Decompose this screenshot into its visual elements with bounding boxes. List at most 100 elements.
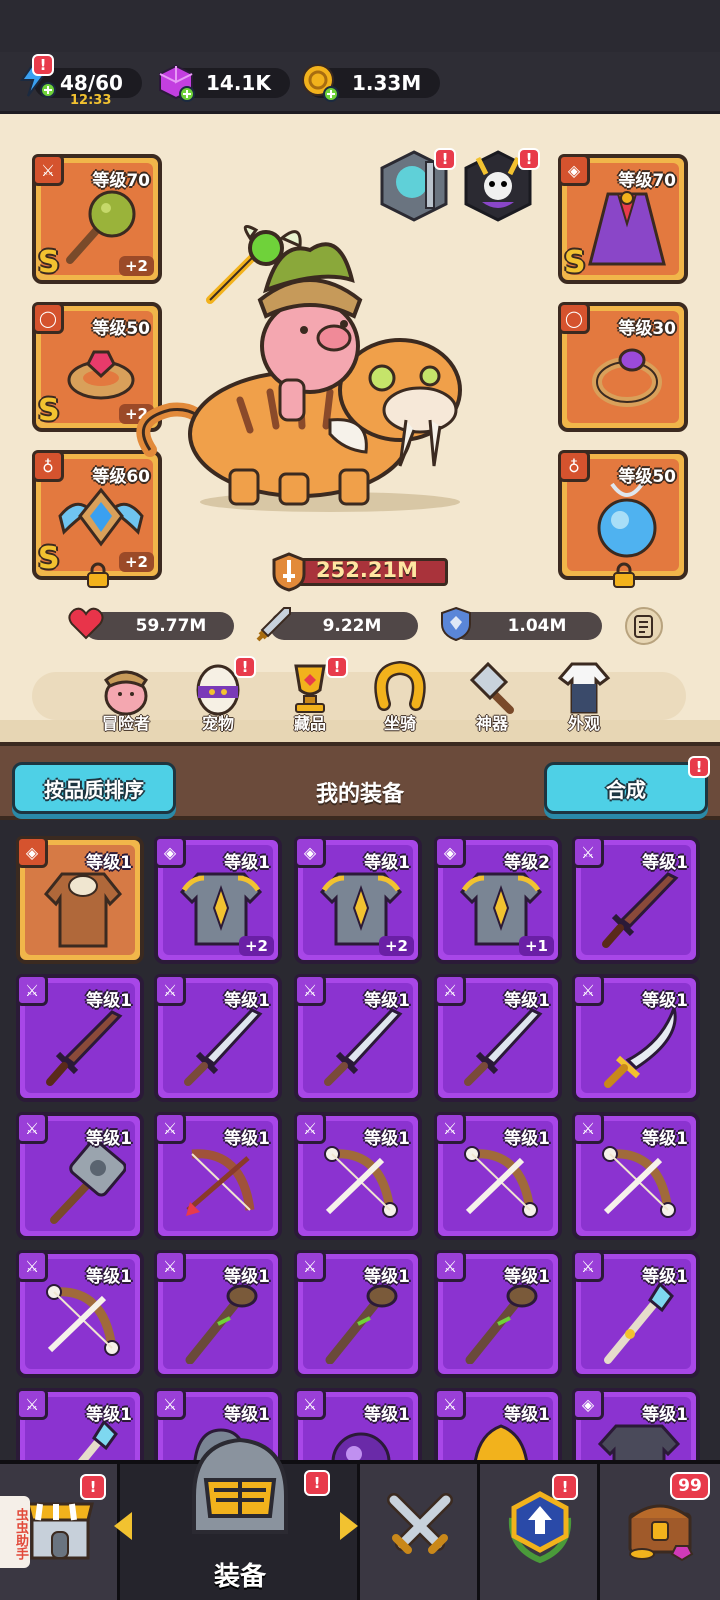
nav-label: 冒险者 bbox=[101, 714, 150, 733]
amethyst-ring-icon bbox=[592, 348, 662, 407]
purple-gem-icon bbox=[159, 64, 195, 102]
gold-value: 1.33M bbox=[352, 71, 422, 95]
pet-alert-badge: ! bbox=[518, 148, 540, 170]
inventory-item-card[interactable]: ◈ 等级1 bbox=[16, 836, 144, 964]
inventory-item-card[interactable]: ⚔ 等级1 bbox=[294, 1250, 422, 1378]
inventory-item-card[interactable]: ◈ 等级1 +2 bbox=[294, 836, 422, 964]
horseshoe-icon bbox=[374, 660, 426, 711]
item-level: 等级1 bbox=[224, 853, 270, 873]
merge-alert-badge: ! bbox=[688, 756, 710, 778]
nav-artifact[interactable]: 神器 bbox=[454, 660, 530, 740]
hero-character-illustration[interactable] bbox=[130, 220, 470, 520]
inventory-item-card[interactable]: ⚔ 等级1 bbox=[572, 1250, 700, 1378]
upgrade-alert-badge: ! bbox=[552, 1474, 578, 1500]
inventory-item-card[interactable]: ⚔ 等级1 bbox=[16, 1250, 144, 1378]
inventory-item-card[interactable]: ◈ 等级1 +2 bbox=[154, 836, 282, 964]
sword-type-icon: ⚔ bbox=[16, 1250, 48, 1282]
sword-type-icon: ⚔ bbox=[434, 1388, 466, 1420]
sword-type-icon: ⚔ bbox=[572, 974, 604, 1006]
equip-slot-necklace[interactable]: ♁ 等级50 bbox=[558, 450, 688, 588]
sword-type-icon: ⚔ bbox=[154, 1388, 186, 1420]
inventory-item-card[interactable]: ⚔ 等级1 bbox=[572, 974, 700, 1102]
sword-type-icon: ⚔ bbox=[154, 974, 186, 1006]
item-level: 等级1 bbox=[364, 991, 410, 1011]
armor-type-icon: ◈ bbox=[16, 836, 48, 868]
tab-upgrade[interactable] bbox=[480, 1464, 600, 1600]
nav-label: 坐骑 bbox=[383, 714, 416, 733]
nav-label: 藏品 bbox=[293, 714, 326, 733]
inventory-item-card[interactable]: ⚔ 等级1 bbox=[154, 974, 282, 1102]
nav-mount[interactable]: 坐骑 bbox=[362, 660, 438, 740]
item-level: 等级1 bbox=[86, 1267, 132, 1287]
inventory-item-card[interactable]: ⚔ 等级1 bbox=[16, 1388, 144, 1460]
inventory-item-card[interactable]: ⚔ 等级1 bbox=[294, 974, 422, 1102]
sword-type-icon: ⚔ bbox=[154, 1250, 186, 1282]
defense-value: 1.04M bbox=[507, 616, 567, 636]
inventory-item-card[interactable]: ⚔ 等级1 bbox=[572, 1112, 700, 1240]
inventory-item-card[interactable]: ⚔ 等级1 bbox=[16, 974, 144, 1102]
bone-bow-icon bbox=[46, 1284, 120, 1356]
inventory-item-card[interactable]: ⚔ 等级1 bbox=[154, 1112, 282, 1240]
purple-cloak-icon bbox=[588, 191, 666, 266]
tab-prev-arrow-icon[interactable] bbox=[114, 1512, 132, 1540]
item-level: 等级1 bbox=[504, 1267, 550, 1287]
shop-alert-badge: ! bbox=[80, 1474, 106, 1500]
inventory-item-card[interactable]: ◈ 等级2 +1 bbox=[434, 836, 562, 964]
merge-button[interactable]: 合成 bbox=[544, 762, 708, 814]
tab-equipment-label: 装备 bbox=[213, 1562, 266, 1592]
inventory-item-card[interactable]: ⚔ 等级1 bbox=[434, 974, 562, 1102]
nav-label: 宠物 bbox=[201, 714, 234, 733]
artifact-alert-badge: ! bbox=[434, 148, 456, 170]
sword-type-icon: ⚔ bbox=[572, 1250, 604, 1282]
tab-battle[interactable] bbox=[360, 1464, 480, 1600]
nav-label: 神器 bbox=[475, 714, 508, 733]
inventory-item-card[interactable]: ◈ 等级1 bbox=[572, 1388, 700, 1460]
inventory-item-card[interactable]: ⚔ 等级1 bbox=[434, 1388, 562, 1460]
heart-icon bbox=[68, 607, 104, 640]
pet-nav-alert-badge: ! bbox=[234, 656, 256, 678]
slot-level: 等级70 bbox=[92, 171, 150, 191]
attack-value: 9.22M bbox=[322, 616, 382, 636]
gem-value: 14.1K bbox=[206, 71, 271, 95]
nav-appearance[interactable]: 外观 bbox=[546, 660, 622, 740]
energy-value: 48/60 bbox=[60, 71, 123, 95]
nav-adventurer[interactable]: 冒险者 bbox=[88, 660, 164, 740]
inventory-item-card[interactable]: ⚔ 等级1 bbox=[434, 1112, 562, 1240]
knight-helmet-icon bbox=[192, 1437, 288, 1534]
sword-type-icon: ⚔ bbox=[16, 1388, 48, 1420]
item-level: 等级1 bbox=[504, 1129, 550, 1149]
shield-icon bbox=[441, 606, 471, 642]
sword-type-icon: ⚔ bbox=[434, 1112, 466, 1144]
slot-level: 等级30 bbox=[618, 319, 676, 339]
blue-orb-icon bbox=[597, 482, 657, 558]
inventory-item-card[interactable]: ⚔ 等级1 bbox=[154, 1250, 282, 1378]
combat-power-value: 252.21M bbox=[316, 558, 418, 582]
lock-icon bbox=[613, 562, 635, 588]
item-level: 等级1 bbox=[642, 991, 688, 1011]
inventory-item-card[interactable]: ⚔ 等级1 bbox=[572, 836, 700, 964]
armor-type-icon: ◈ bbox=[294, 836, 326, 868]
inventory-item-card[interactable]: ⚔ 等级1 bbox=[294, 1388, 422, 1460]
bone-bow-icon bbox=[464, 1146, 538, 1218]
bracelet-type-icon: ◯ bbox=[32, 302, 64, 334]
outfit-icon bbox=[557, 662, 611, 714]
armor-type-icon: ◈ bbox=[154, 836, 186, 868]
equip-slot-cloak[interactable]: ◈ 等级70 S bbox=[558, 154, 688, 284]
inventory-item-card[interactable]: ⚔ 等级1 bbox=[434, 1250, 562, 1378]
sword-type-icon: ⚔ bbox=[32, 154, 64, 186]
item-level: 等级1 bbox=[224, 1405, 270, 1425]
sword-type-icon: ⚔ bbox=[572, 836, 604, 868]
sword-type-icon: ⚔ bbox=[434, 974, 466, 1006]
item-level: 等级1 bbox=[224, 1267, 270, 1287]
details-list-icon[interactable] bbox=[624, 606, 664, 646]
item-level: 等级1 bbox=[364, 1267, 410, 1287]
hp-value: 59.77M bbox=[135, 616, 207, 636]
necklace-type-icon: ♁ bbox=[558, 450, 590, 482]
equip-slot-ring[interactable]: ◯ 等级30 bbox=[558, 302, 688, 432]
wooden-staff-icon bbox=[465, 1284, 538, 1364]
inventory-item-card[interactable]: ⚔ 等级1 bbox=[16, 1112, 144, 1240]
armor-type-icon: ◈ bbox=[558, 154, 590, 186]
crossed-swords-icon bbox=[387, 1493, 453, 1554]
inventory-item-card[interactable]: ⚔ 等级1 bbox=[294, 1112, 422, 1240]
tab-next-arrow-icon[interactable] bbox=[340, 1512, 358, 1540]
